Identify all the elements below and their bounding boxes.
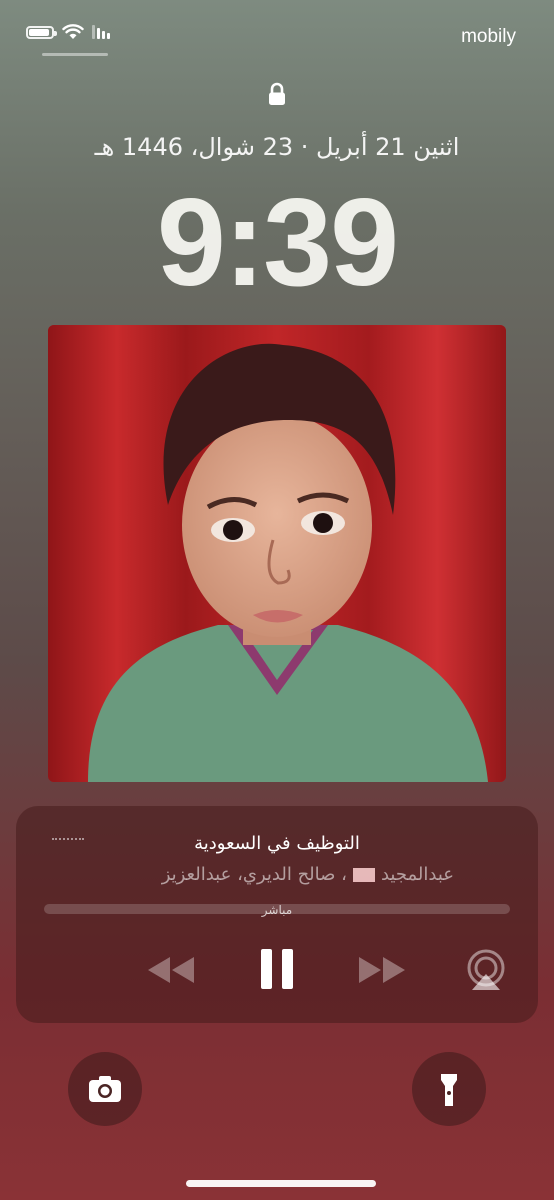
status-bar-indicators xyxy=(26,24,110,40)
album-artwork xyxy=(48,325,506,782)
airplay-icon[interactable] xyxy=(464,948,508,992)
flag-icon xyxy=(352,868,375,882)
live-label: مباشر xyxy=(261,903,293,917)
signal-strength-icon xyxy=(92,25,110,39)
lock-screen-date: اثنين 21 أبريل · 23 شوال، 1446 هـ xyxy=(94,133,460,161)
camera-button[interactable] xyxy=(68,1052,142,1126)
status-indicator-bar xyxy=(42,53,108,56)
rewind-icon[interactable] xyxy=(146,955,196,985)
home-indicator[interactable] xyxy=(186,1180,376,1187)
battery-icon xyxy=(26,25,57,39)
artist-name-primary: عبدالمجيد xyxy=(380,864,454,885)
lock-screen-time: 9:39 xyxy=(156,174,399,312)
track-artist: عبدالمجيد ، صالح الديري، عبدالعزيز xyxy=(162,864,454,885)
fast-forward-icon[interactable] xyxy=(357,955,407,985)
wifi-icon xyxy=(62,24,84,39)
artist-name-secondary: ، صالح الديري، عبدالعزيز xyxy=(161,864,347,885)
pause-icon[interactable] xyxy=(259,947,295,991)
lock-icon xyxy=(269,82,285,105)
flashlight-icon xyxy=(441,1074,457,1106)
camera-icon xyxy=(89,1076,121,1102)
flashlight-button[interactable] xyxy=(412,1052,486,1126)
carrier-label: mobily xyxy=(461,26,516,47)
track-title: التوظيف في السعودية xyxy=(194,833,360,854)
